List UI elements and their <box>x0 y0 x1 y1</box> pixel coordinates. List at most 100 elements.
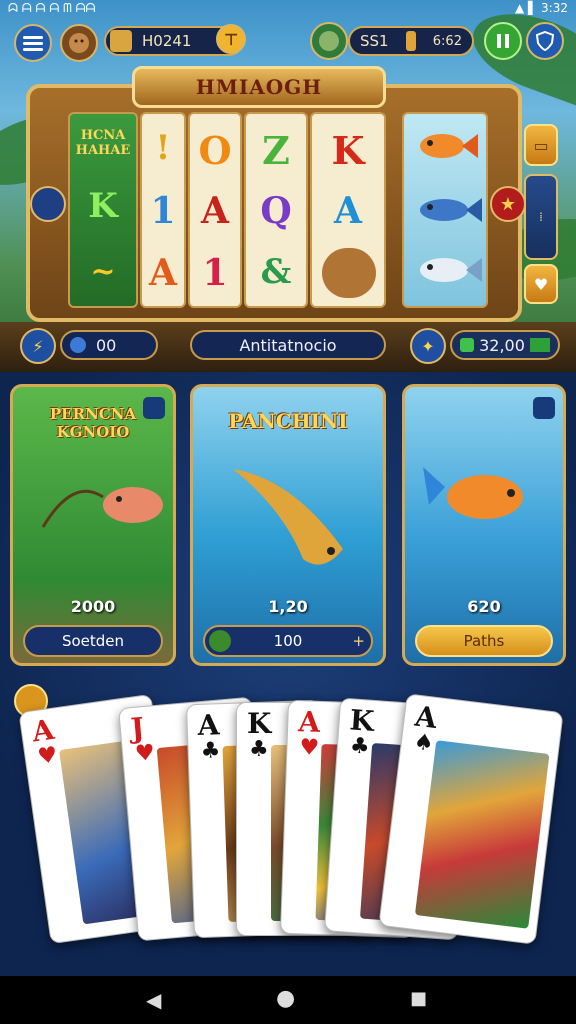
game-card-button-label: 100 <box>273 632 303 650</box>
sparkle-icon: ✦ <box>421 336 435 356</box>
card-rank: J <box>129 711 146 746</box>
plus-small-icon: + <box>352 632 365 650</box>
reel-1: HCNA HAHAE K ~ <box>68 112 138 308</box>
reel-symbol: A <box>149 252 177 294</box>
chip-icon <box>70 337 86 353</box>
recents-button[interactable]: ■ <box>410 988 427 1009</box>
side-button-top[interactable]: ▭ <box>524 124 558 166</box>
slot-title: HMIAOGH <box>132 66 386 108</box>
game-card-button[interactable]: Paths <box>415 625 553 657</box>
card-suit: ♥ <box>299 735 320 761</box>
card-suit: ♣ <box>200 738 221 764</box>
menu-icon <box>23 36 43 51</box>
gem-icon <box>405 31 416 51</box>
card-suit: ♠ <box>412 729 436 757</box>
reel-symbol: K <box>331 128 365 173</box>
gem-balance: SS1 6:62 <box>348 26 474 56</box>
card-rank: A <box>197 708 220 743</box>
heart-icon: ♥ <box>533 274 549 294</box>
fish-blue-icon <box>420 198 482 222</box>
card-rank: K <box>348 703 376 738</box>
game-card-title: PANCHINI <box>228 409 348 433</box>
game-card-value: 620 <box>467 597 501 616</box>
game-card-fishing[interactable]: PERNCNA KGNOIO 2000 Soetden <box>10 384 176 666</box>
reel-symbol: Q <box>260 190 292 232</box>
game-card-button[interactable]: Soetden <box>23 625 163 657</box>
win-value: 32,00 <box>479 335 525 355</box>
leaping-fish-icon <box>423 467 523 519</box>
reel-symbol: A <box>201 190 229 232</box>
plus-icon: ⊤ <box>223 29 239 49</box>
golden-fish-icon <box>233 469 343 565</box>
back-button[interactable]: ◀ <box>146 988 161 1012</box>
spin-label: Antitatnocio <box>239 335 337 355</box>
add-coins-button[interactable]: ⊤ <box>216 24 246 54</box>
reel-symbol: 1 <box>202 252 228 294</box>
shield-button[interactable] <box>526 22 564 60</box>
game-card-ocean[interactable]: 620 Paths <box>402 384 566 666</box>
card-menu-icon[interactable] <box>533 397 555 419</box>
reel-symbol: & <box>260 252 292 292</box>
avatar[interactable] <box>60 24 98 62</box>
favorite-button[interactable]: ★ <box>490 186 526 222</box>
bet-value: 00 <box>96 335 117 355</box>
coin-balance-value: H0241 <box>142 32 192 50</box>
reel-symbol: 1 <box>150 190 176 232</box>
reel-symbol: K <box>88 186 118 226</box>
pause-button[interactable] <box>484 22 522 60</box>
cash-icon <box>460 338 474 352</box>
side-button-middle[interactable]: ⁞ <box>524 174 558 260</box>
list-icon: ⁞ <box>539 210 543 224</box>
playing-card-front[interactable]: A ♠ <box>378 693 564 945</box>
status-right-text: ▲ ▌ 3:32 <box>514 1 568 15</box>
card-art <box>414 740 550 929</box>
fish-orange-icon <box>420 134 478 158</box>
character-avatar[interactable] <box>310 22 348 60</box>
bet-display: 00 <box>60 330 158 360</box>
coin-small-icon <box>209 630 231 652</box>
reel-symbol: A <box>334 190 362 232</box>
pause-icon <box>497 34 509 48</box>
fish-white-icon <box>420 258 482 282</box>
lion-symbol-icon <box>322 248 376 298</box>
bolt-icon: ⚡ <box>32 336 44 356</box>
shield-icon <box>536 31 554 51</box>
status-left-text: ᗣ ᗩ ᗩ ᗩ ᗰ ᗩᗩ <box>8 1 96 15</box>
card-suit: ♥ <box>36 742 60 771</box>
bolt-button[interactable]: ⚡ <box>20 328 56 364</box>
spin-label-button[interactable]: Antitatnocio <box>190 330 386 360</box>
character-icon <box>319 31 339 51</box>
reel-symbol: ! <box>155 128 171 168</box>
home-button[interactable]: ● <box>276 986 295 1011</box>
gem-balance-value: SS1 <box>360 32 389 50</box>
card-rank: A <box>297 705 321 739</box>
reel-2: ! 1 A <box>140 112 186 308</box>
auto-button[interactable]: ✦ <box>410 328 446 364</box>
navigation-bar: ◀ ● ■ <box>0 976 576 1024</box>
card-suit: ♥ <box>134 740 156 767</box>
game-card-value: 2000 <box>70 597 116 616</box>
fish-icon <box>41 487 163 528</box>
side-button-bottom[interactable]: ♥ <box>524 264 558 304</box>
reel-4: Z Q & <box>244 112 308 308</box>
star-icon: ★ <box>499 193 517 215</box>
avatar-icon <box>69 33 89 53</box>
reel-5: K A <box>310 112 386 308</box>
win-bar <box>530 338 550 352</box>
reel-symbol: ~ <box>90 254 116 289</box>
card-rank: K <box>247 707 272 740</box>
reel-symbol: Z <box>262 128 290 173</box>
status-bar: ᗣ ᗩ ᗩ ᗩ ᗰ ᗩᗩ ▲ ▌ 3:32 <box>0 0 576 18</box>
game-card-value: 1,20 <box>268 597 308 616</box>
coin-icon <box>110 30 132 52</box>
menu-button[interactable] <box>14 24 52 62</box>
fish-reel-icons <box>420 134 482 282</box>
reel-symbol: HCNA HAHAE <box>75 128 131 158</box>
game-card-button[interactable]: 100 + <box>203 625 373 657</box>
card-menu-icon[interactable] <box>143 397 165 419</box>
secondary-balance-value: 6:62 <box>432 33 462 49</box>
info-button[interactable] <box>30 186 66 222</box>
game-card-panchini[interactable]: PANCHINI 1,20 100 + <box>190 384 386 666</box>
reel-symbol: O <box>198 128 232 173</box>
reel-3: O A 1 <box>188 112 242 308</box>
